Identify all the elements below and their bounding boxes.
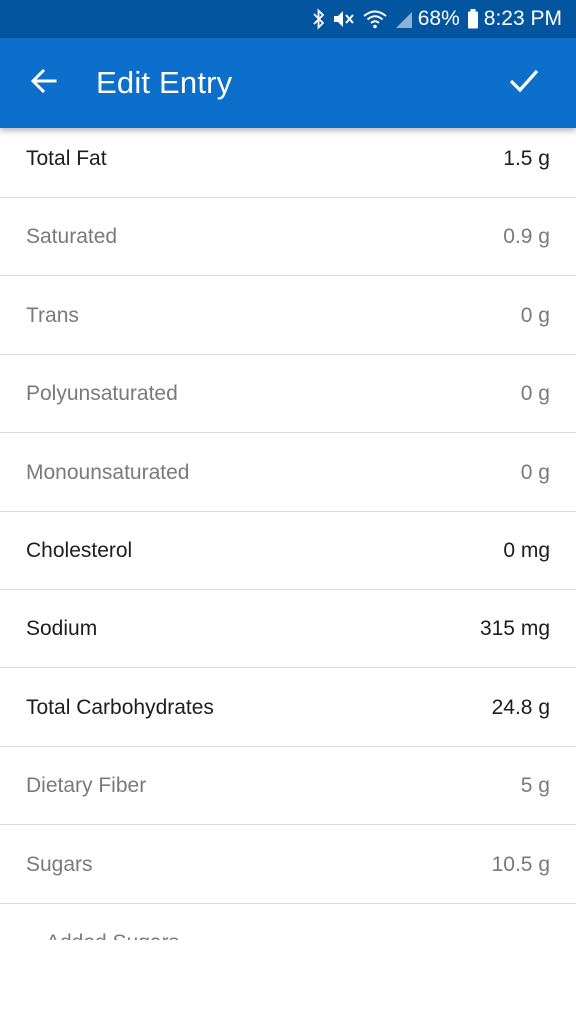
- nutrient-row-monounsaturated[interactable]: Monounsaturated 0 g: [0, 434, 576, 512]
- nutrient-value: 10.5 g: [491, 852, 550, 876]
- nutrient-row-cholesterol[interactable]: Cholesterol 0 mg: [0, 512, 576, 590]
- nutrient-label: Cholesterol: [26, 539, 133, 562]
- signal-icon: [394, 8, 414, 30]
- page-title: Edit Entry: [96, 65, 233, 100]
- nutrient-label: Sodium: [26, 617, 98, 641]
- battery-percent: 68%: [417, 7, 460, 30]
- nutrient-label: Monounsaturated: [26, 460, 190, 484]
- nutrient-value: 5 g: [520, 774, 550, 798]
- wifi-icon: [362, 8, 388, 30]
- nutrient-label: Sugars: [26, 852, 93, 876]
- app-bar: Edit Entry: [0, 38, 576, 128]
- nutrient-row-sodium[interactable]: Sodium 315 mg: [0, 590, 576, 669]
- nutrient-value: 315 mg: [479, 617, 550, 641]
- nutrient-row-added-sugars[interactable]: Added Sugars: [0, 904, 576, 940]
- nutrient-value: 1.5 g: [503, 147, 550, 170]
- status-time: 8:23 PM: [483, 7, 562, 30]
- nutrient-label: Dietary Fiber: [26, 774, 147, 798]
- back-button[interactable]: [20, 61, 68, 105]
- nutrient-label: Added Sugars: [46, 904, 179, 940]
- save-button[interactable]: [500, 61, 548, 105]
- nutrient-label: Total Fat: [26, 147, 107, 170]
- nutrient-value: 0 g: [520, 303, 550, 327]
- nutrient-row-polyunsaturated[interactable]: Polyunsaturated 0 g: [0, 355, 576, 434]
- nutrient-row-trans[interactable]: Trans 0 g: [0, 277, 576, 355]
- nutrient-row-dietary-fiber[interactable]: Dietary Fiber 5 g: [0, 747, 576, 826]
- nutrient-row-sugars[interactable]: Sugars 10.5 g: [0, 826, 576, 904]
- battery-icon: [466, 8, 480, 30]
- nutrient-value: 24.8 g: [491, 695, 550, 719]
- bluetooth-icon: [312, 8, 326, 30]
- nutrient-label: Polyunsaturated: [26, 382, 178, 406]
- nutrient-value: 0 mg: [503, 539, 550, 562]
- check-icon: [508, 67, 540, 100]
- nutrient-value: 0.9 g: [503, 225, 550, 249]
- nutrient-list: Total Fat 1.5 g Saturated 0.9 g Trans 0 …: [0, 128, 576, 940]
- bottom-area: [0, 940, 576, 1024]
- nutrient-row-saturated[interactable]: Saturated 0.9 g: [0, 198, 576, 277]
- arrow-left-icon: [29, 66, 59, 101]
- nutrient-row-total-fat[interactable]: Total Fat 1.5 g: [0, 128, 576, 198]
- nutrient-label: Trans: [26, 303, 79, 327]
- nutrient-label: Total Carbohydrates: [26, 695, 214, 719]
- mute-icon: [332, 8, 356, 30]
- nutrient-value: 0 g: [520, 460, 550, 484]
- status-bar: 68% 8:23 PM: [0, 0, 576, 38]
- nutrient-label: Saturated: [26, 225, 118, 249]
- nutrient-value: 0 g: [520, 382, 550, 406]
- nutrient-row-total-carbohydrates[interactable]: Total Carbohydrates 24.8 g: [0, 669, 576, 747]
